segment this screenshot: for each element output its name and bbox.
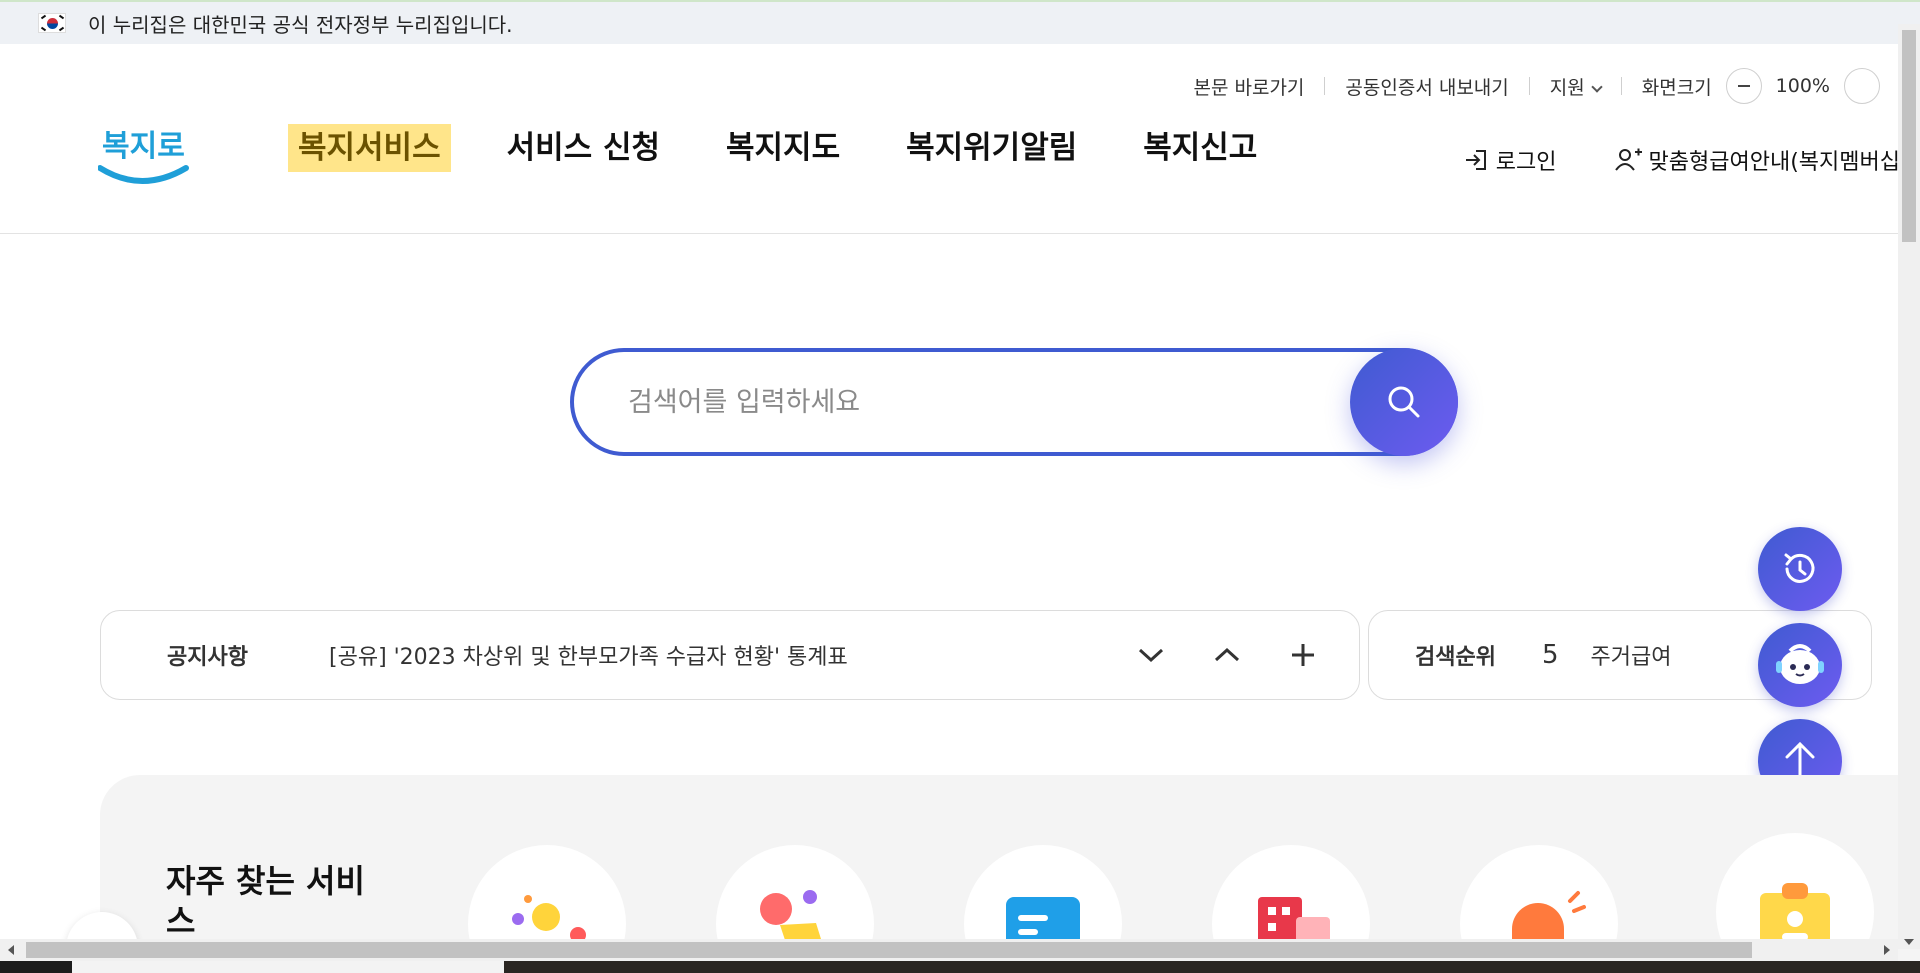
notice-next-button[interactable] <box>1131 635 1171 675</box>
support-label: 지원 <box>1549 76 1585 99</box>
horizontal-scrollbar[interactable] <box>0 939 1898 961</box>
divider <box>1528 77 1530 95</box>
search-input[interactable] <box>628 382 1328 422</box>
svg-text:복지로: 복지로 <box>102 129 185 164</box>
search-box <box>570 348 1458 456</box>
taskbar <box>0 961 1920 973</box>
scroll-right-arrow-icon[interactable] <box>1884 945 1890 955</box>
cert-export-link[interactable]: 공동인증서 내보내기 <box>1345 73 1508 100</box>
login-label: 로그인 <box>1495 150 1557 175</box>
zoom-out-button[interactable] <box>1725 68 1762 104</box>
chatbot-icon <box>1776 644 1824 684</box>
membership-label: 맞춤형급여안내(복지멤버십 <box>1648 150 1900 175</box>
screen-size-label: 화면크기 <box>1641 76 1712 99</box>
header-right: 로그인 맞춤형급여안내(복지멤버십 <box>1406 144 1900 176</box>
gov-banner: 이 누리집은 대한민국 공식 전자정부 누리집입니다. <box>0 0 1920 44</box>
search-button[interactable] <box>1350 348 1458 456</box>
chevron-up-icon <box>1214 647 1240 662</box>
login-button[interactable]: 로그인 <box>1462 144 1557 176</box>
main-nav: 복지서비스 서비스 신청 복지지도 복지위기알림 복지신고 <box>288 124 1313 172</box>
chevron-down-icon <box>1591 80 1603 93</box>
ranking-label: 검색순위 <box>1415 645 1496 670</box>
korea-flag-icon <box>38 13 66 33</box>
zoom-in-button[interactable] <box>1844 68 1880 104</box>
logo[interactable]: 복지로 <box>97 112 194 192</box>
notice-prev-button[interactable] <box>1207 635 1247 675</box>
chevron-down-icon <box>1138 648 1164 663</box>
history-icon <box>1784 553 1815 583</box>
chatbot-button[interactable] <box>1758 623 1842 707</box>
notice-bar: 공지사항 [공유] '2023 차상위 및 한부모가족 수급자 현황' 통계표 <box>100 610 1360 700</box>
nav-item-welfare-service[interactable]: 복지서비스 <box>288 124 451 172</box>
nav-item-welfare-map[interactable]: 복지지도 <box>716 124 850 172</box>
horizontal-scroll-thumb[interactable] <box>26 942 1752 958</box>
membership-link[interactable]: 맞춤형급여안내(복지멤버십 <box>1613 144 1900 176</box>
nav-item-welfare-report[interactable]: 복지신고 <box>1133 124 1267 172</box>
divider <box>1620 77 1622 95</box>
taskbar-window[interactable] <box>72 961 504 973</box>
skip-to-content-link[interactable]: 본문 바로가기 <box>1193 73 1304 100</box>
scroll-down-arrow-icon[interactable] <box>1904 939 1914 945</box>
divider <box>1324 77 1326 95</box>
zoom-level: 100% <box>1775 75 1830 97</box>
ranking-number: 5 <box>1541 640 1559 670</box>
minus-icon <box>1737 85 1750 87</box>
notice-label: 공지사항 <box>167 645 248 670</box>
search-icon <box>1388 386 1420 418</box>
utility-bar: 본문 바로가기 공동인증서 내보내기 지원 화면크기 100% <box>1193 68 1880 104</box>
taskbar-strip <box>504 961 1920 973</box>
vertical-scroll-thumb[interactable] <box>1902 30 1916 242</box>
header-divider <box>0 233 1898 234</box>
login-icon <box>1465 150 1486 170</box>
notice-more-button[interactable] <box>1283 635 1323 675</box>
notice-text[interactable]: [공유] '2023 차상위 및 한부모가족 수급자 현황' 통계표 <box>329 639 1131 671</box>
recent-history-button[interactable] <box>1758 527 1842 611</box>
support-menu[interactable]: 지원 <box>1549 73 1603 100</box>
gov-banner-text: 이 누리집은 대한민국 공식 전자정부 누리집입니다. <box>88 12 513 37</box>
nav-item-crisis-alert[interactable]: 복지위기알림 <box>896 124 1087 172</box>
nav-item-service-apply[interactable]: 서비스 신청 <box>497 124 670 172</box>
plus-icon <box>1292 644 1314 666</box>
bokjiro-logo-icon: 복지로 <box>97 129 189 184</box>
add-user-icon <box>1614 148 1642 171</box>
ranking-item[interactable]: 주거급여 <box>1591 639 1672 671</box>
scroll-left-arrow-icon[interactable] <box>8 945 14 955</box>
frequent-services-title: 자주 찾는 서비스 <box>166 862 365 940</box>
vertical-scrollbar[interactable] <box>1898 24 1920 949</box>
